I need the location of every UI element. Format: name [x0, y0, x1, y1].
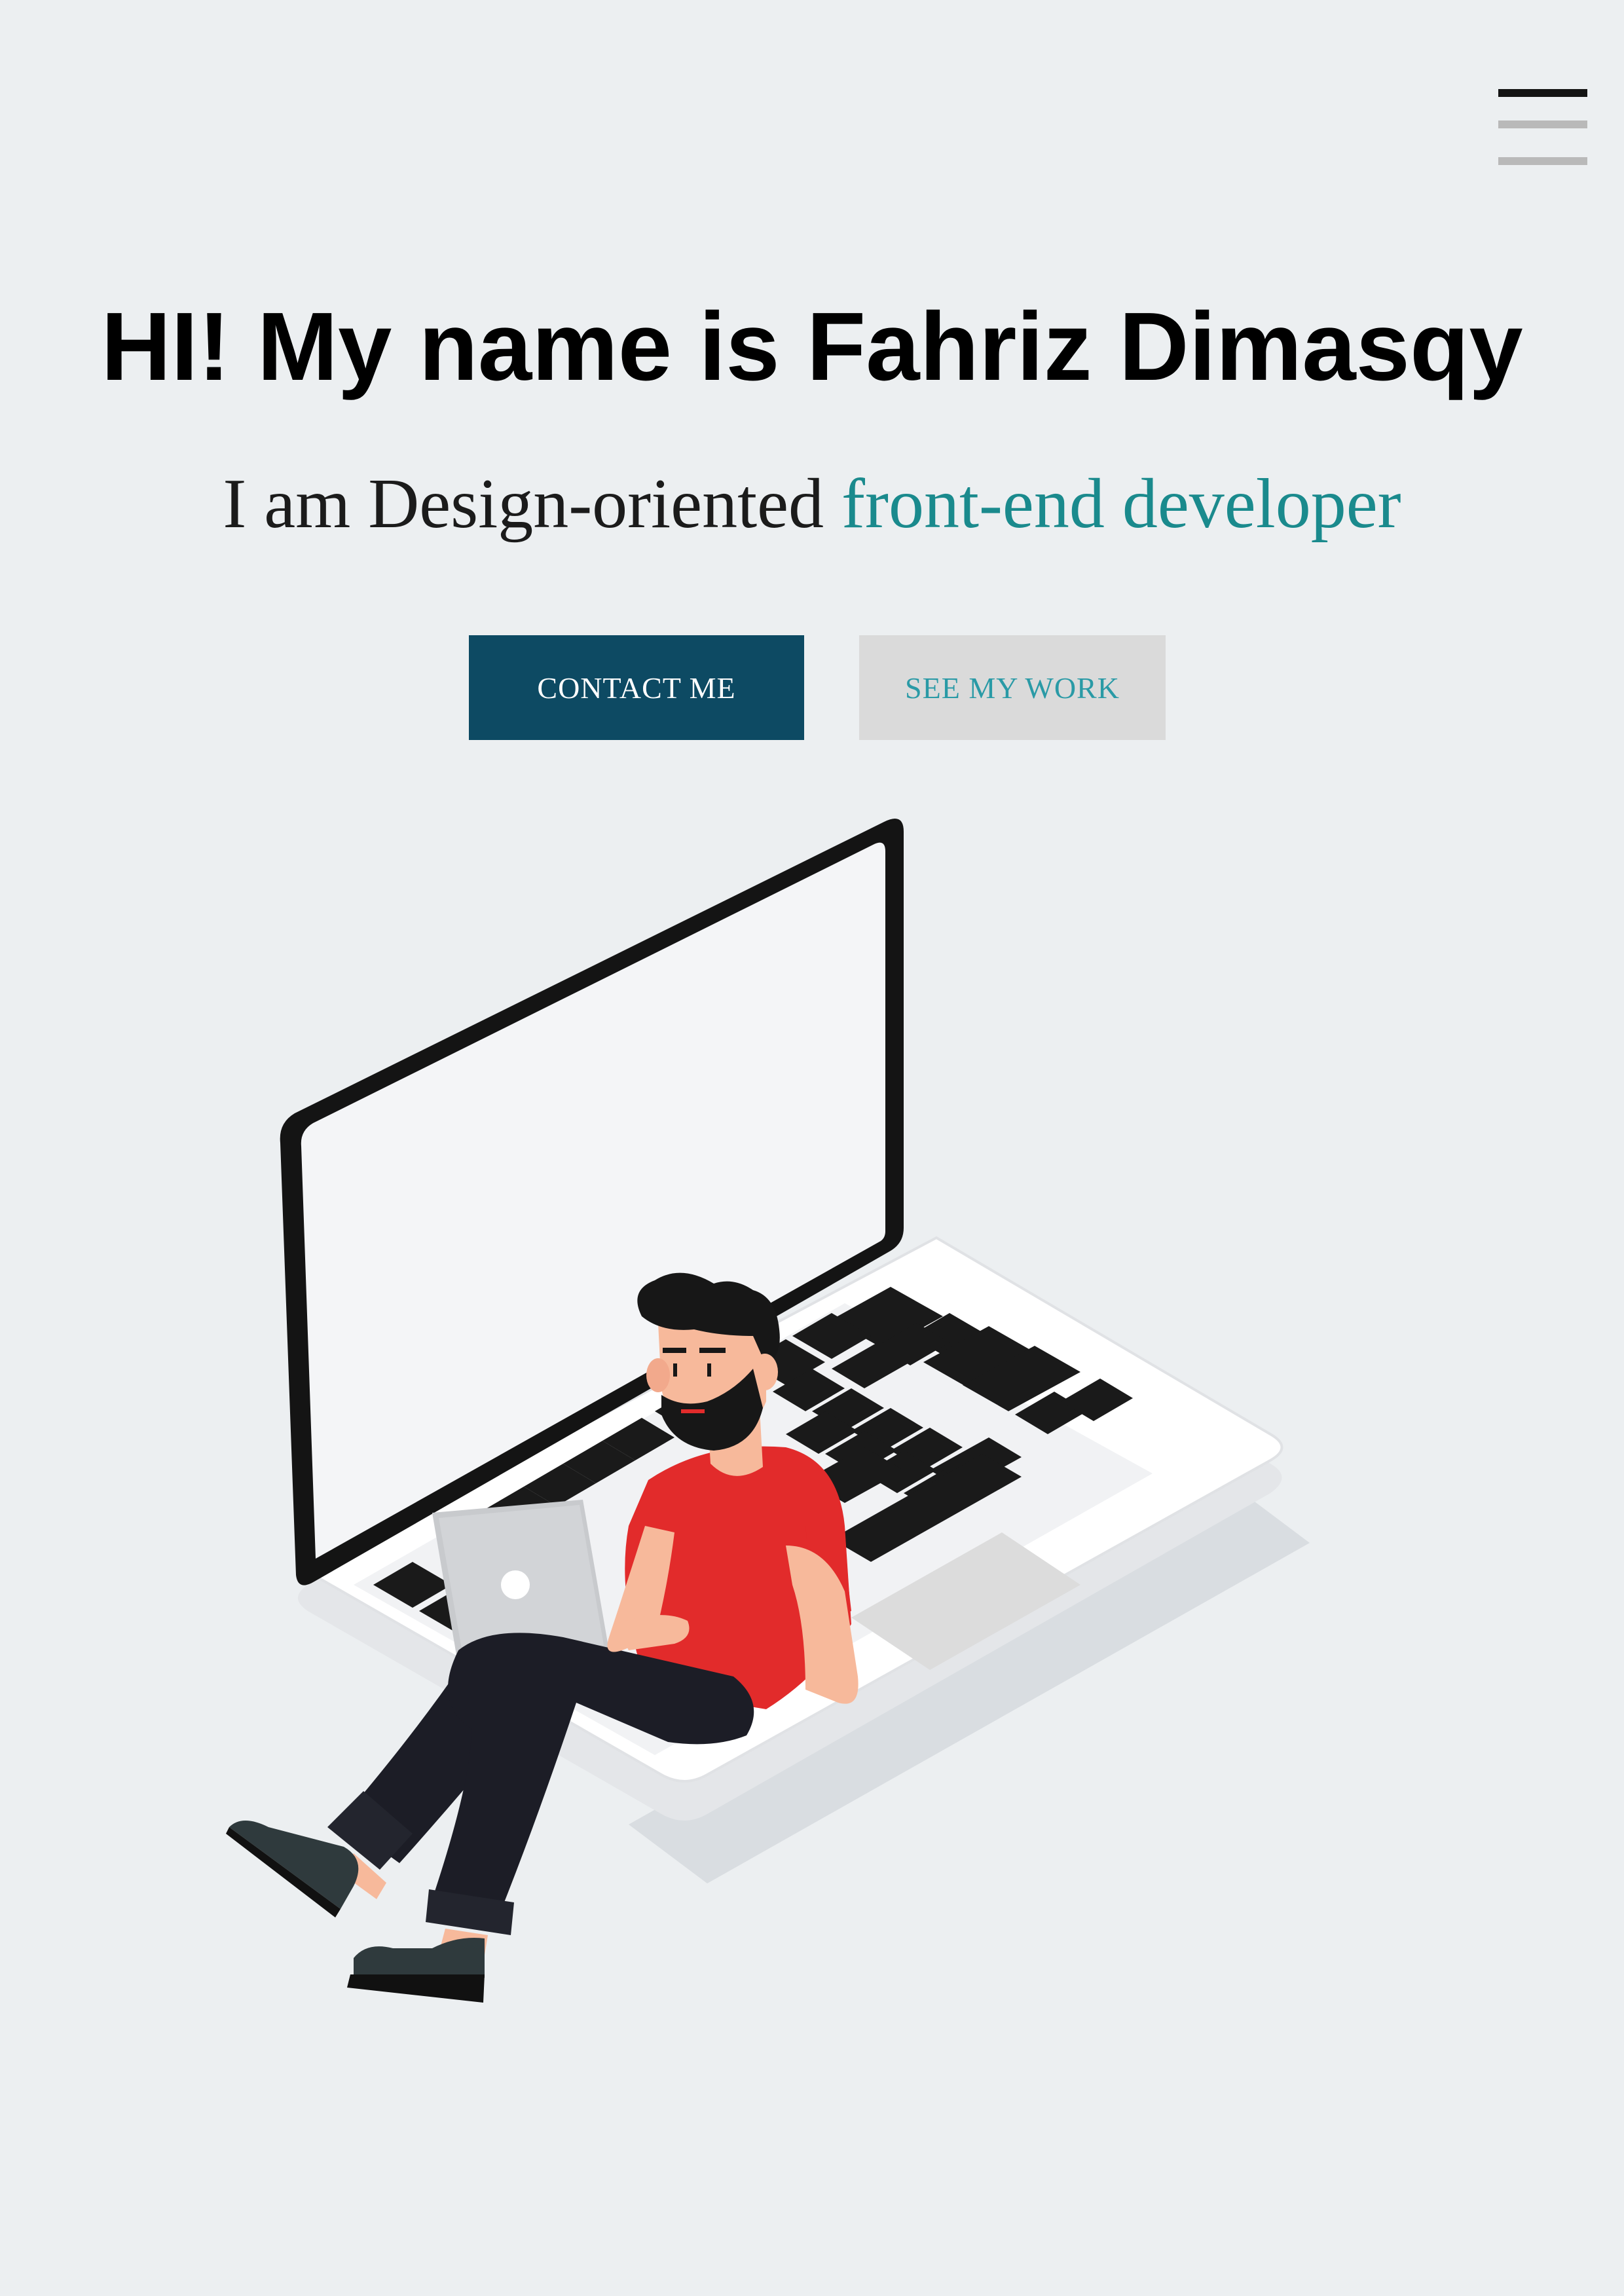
subtitle-prefix: I am Design-oriented [223, 465, 842, 543]
menu-button[interactable] [1494, 84, 1587, 170]
menu-line [1498, 89, 1587, 97]
developer-illustration [226, 819, 1310, 2003]
subtitle-accent: front-end developer [841, 465, 1401, 543]
menu-line [1498, 157, 1587, 165]
hero-title: HI! My name is Fahriz Dimasqy [101, 293, 1523, 401]
hero-subtitle: I am Design-oriented front-end developer [0, 458, 1624, 550]
menu-line [1498, 120, 1587, 128]
contact-me-button[interactable]: CONTACT ME [469, 635, 804, 740]
see-my-work-button[interactable]: SEE MY WORK [859, 635, 1166, 740]
front-shoe [354, 1938, 485, 1978]
